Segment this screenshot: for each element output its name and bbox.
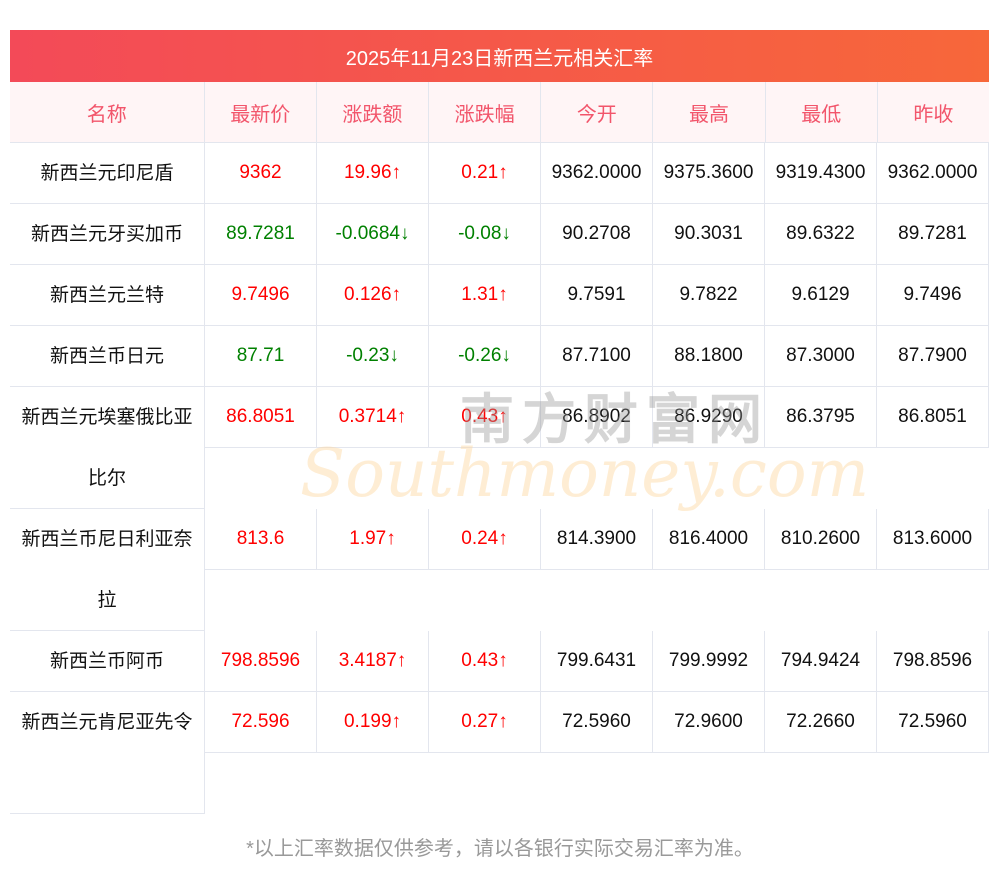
cell-change: -0.0684↓ (317, 204, 429, 264)
col-header-low: 最低 (766, 82, 878, 142)
cell-open: 87.7100 (541, 326, 653, 386)
cell-latest: 87.71 (205, 326, 317, 386)
cell-open: 814.3900 (541, 509, 653, 569)
cell-pct: -0.26↓ (429, 326, 541, 386)
cell-high: 88.1800 (653, 326, 765, 386)
row-values: 87.71 -0.23↓ -0.26↓ 87.7100 88.1800 87.3000 87… (205, 326, 989, 387)
cell-latest: 798.8596 (205, 631, 317, 691)
row-values: 89.7281 -0.0684↓ -0.08↓ 90.2708 90.3031 89.63… (205, 204, 989, 265)
col-header-high: 最高 (653, 82, 766, 142)
cell-change: 0.199↑ (317, 692, 429, 752)
cell-open: 9362.0000 (541, 143, 653, 203)
cell-high: 9.7822 (653, 265, 765, 325)
cell-open: 72.5960 (541, 692, 653, 752)
cell-high: 9375.3600 (653, 143, 765, 203)
cell-pct: 0.43↑ (429, 631, 541, 691)
currency-name: 新西兰元印尼盾 (10, 143, 205, 204)
table-row: 新西兰币日元 87.71 -0.23↓ -0.26↓ 87.7100 88.1800 87.… (10, 326, 989, 387)
cell-pct: 0.27↑ (429, 692, 541, 752)
row-values: 798.8596 3.4187↑ 0.43↑ 799.6431 799.9992 794.… (205, 631, 989, 692)
table-title: 2025年11月23日新西兰元相关汇率 (10, 30, 989, 82)
cell-high: 72.9600 (653, 692, 765, 752)
cell-low: 810.2600 (765, 509, 877, 569)
cell-open: 90.2708 (541, 204, 653, 264)
cell-open: 9.7591 (541, 265, 653, 325)
cell-change: 19.96↑ (317, 143, 429, 203)
cell-prev: 813.6000 (877, 509, 989, 569)
cell-low: 86.3795 (765, 387, 877, 447)
row-values: 86.8051 0.3714↑ 0.43↑ 86.8902 86.9290 86.3795… (205, 387, 989, 448)
cell-low: 87.3000 (765, 326, 877, 386)
table-row: 新西兰元埃塞俄比亚比尔 86.8051 0.3714↑ 0.43↑ 86.8902 86.… (10, 387, 989, 509)
col-header-change: 涨跌额 (317, 82, 430, 142)
cell-latest: 72.596 (205, 692, 317, 752)
cell-prev: 9362.0000 (877, 143, 989, 203)
table-row: 新西兰币尼日利亚奈拉 813.6 1.97↑ 0.24↑ 814.3900 816.400… (10, 509, 989, 631)
cell-change: 0.3714↑ (317, 387, 429, 447)
cell-latest: 9.7496 (205, 265, 317, 325)
currency-name: 新西兰币尼日利亚奈拉 (10, 509, 205, 631)
col-header-pct: 涨跌幅 (429, 82, 542, 142)
cell-prev: 9.7496 (877, 265, 989, 325)
currency-name: 新西兰元肯尼亚先令 (10, 692, 205, 814)
cell-change: 3.4187↑ (317, 631, 429, 691)
cell-change: -0.23↓ (317, 326, 429, 386)
currency-name: 新西兰元兰特 (10, 265, 205, 326)
cell-low: 9.6129 (765, 265, 877, 325)
cell-pct: 0.21↑ (429, 143, 541, 203)
cell-latest: 9362 (205, 143, 317, 203)
cell-latest: 89.7281 (205, 204, 317, 264)
currency-name: 新西兰币日元 (10, 326, 205, 387)
currency-name: 新西兰元埃塞俄比亚比尔 (10, 387, 205, 509)
cell-prev: 89.7281 (877, 204, 989, 264)
col-header-open: 今开 (541, 82, 654, 142)
currency-name: 新西兰币阿币 (10, 631, 205, 692)
cell-high: 90.3031 (653, 204, 765, 264)
disclaimer-note: *以上汇率数据仅供参考，请以各银行实际交易汇率为准。 (246, 838, 754, 860)
cell-change: 0.126↑ (317, 265, 429, 325)
col-header-latest: 最新价 (205, 82, 317, 142)
currency-name: 新西兰元牙买加币 (10, 204, 205, 265)
table-row: 新西兰元兰特 9.7496 0.126↑ 1.31↑ 9.7591 9.7822 9.612… (10, 265, 989, 326)
table-row: 新西兰币阿币 798.8596 3.4187↑ 0.43↑ 799.6431 799.99… (10, 631, 989, 692)
cell-high: 816.4000 (653, 509, 765, 569)
cell-low: 794.9424 (765, 631, 877, 691)
cell-low: 89.6322 (765, 204, 877, 264)
cell-low: 9319.4300 (765, 143, 877, 203)
cell-pct: 0.43↑ (429, 387, 541, 447)
cell-open: 799.6431 (541, 631, 653, 691)
table-row: 新西兰元印尼盾 9362 19.96↑ 0.21↑ 9362.0000 9375.3600… (10, 143, 989, 204)
cell-latest: 813.6 (205, 509, 317, 569)
cell-change: 1.97↑ (317, 509, 429, 569)
cell-prev: 86.8051 (877, 387, 989, 447)
row-values: 72.596 0.199↑ 0.27↑ 72.5960 72.9600 72.2660 72… (205, 692, 989, 753)
cell-high: 86.9290 (653, 387, 765, 447)
cell-high: 799.9992 (653, 631, 765, 691)
table-body: 新西兰元印尼盾 9362 19.96↑ 0.21↑ 9362.0000 9375.3600… (10, 143, 989, 814)
col-header-name: 名称 (10, 82, 205, 142)
cell-pct: -0.08↓ (429, 204, 541, 264)
row-values: 9.7496 0.126↑ 1.31↑ 9.7591 9.7822 9.6129 9.749… (205, 265, 989, 326)
cell-pct: 1.31↑ (429, 265, 541, 325)
cell-prev: 72.5960 (877, 692, 989, 752)
cell-pct: 0.24↑ (429, 509, 541, 569)
table-header: 名称 最新价 涨跌额 涨跌幅 今开 最高 最低 昨收 (10, 82, 989, 143)
cell-prev: 798.8596 (877, 631, 989, 691)
rate-table: 2025年11月23日新西兰元相关汇率 名称 最新价 涨跌额 涨跌幅 今开 最高… (10, 30, 989, 814)
cell-low: 72.2660 (765, 692, 877, 752)
table-row: 新西兰元肯尼亚先令 72.596 0.199↑ 0.27↑ 72.5960 72.9600… (10, 692, 989, 814)
cell-prev: 87.7900 (877, 326, 989, 386)
row-values: 9362 19.96↑ 0.21↑ 9362.0000 9375.3600 9319.43… (205, 143, 989, 204)
col-header-prev: 昨收 (913, 103, 954, 126)
cell-latest: 86.8051 (205, 387, 317, 447)
row-values: 813.6 1.97↑ 0.24↑ 814.3900 816.4000 810.2600 8… (205, 509, 989, 570)
table-row: 新西兰元牙买加币 89.7281 -0.0684↓ -0.08↓ 90.2708 90.3… (10, 204, 989, 265)
cell-open: 86.8902 (541, 387, 653, 447)
